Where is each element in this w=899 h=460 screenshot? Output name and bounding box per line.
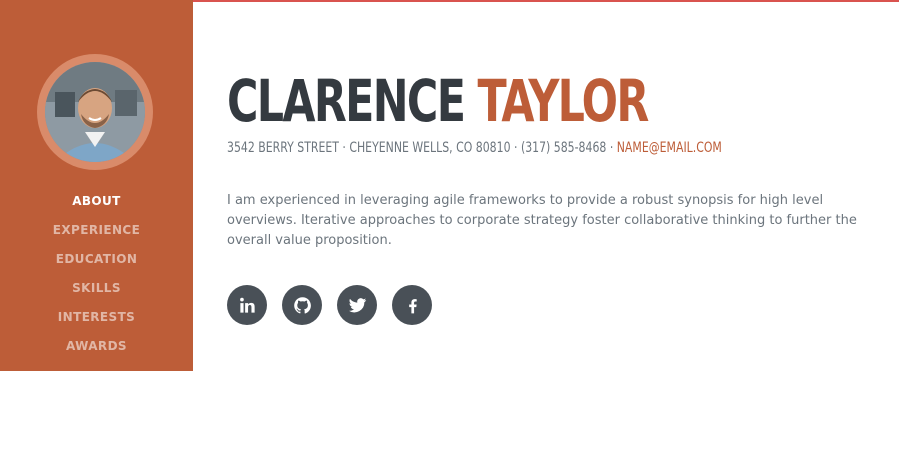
facebook-icon — [408, 298, 417, 313]
twitter-button[interactable] — [337, 285, 377, 325]
nav-link-about[interactable]: ABOUT — [72, 194, 121, 208]
email-link[interactable]: NAME@EMAIL.COM — [617, 140, 722, 156]
sidebar: ABOUT EXPERIENCE EDUCATION SKILLS INTERE… — [0, 0, 193, 371]
nav-link-interests[interactable]: INTERESTS — [58, 310, 135, 324]
about-section: CLARENCE TAYLOR 3542 BERRY STREET · CHEY… — [227, 70, 867, 325]
github-button[interactable] — [282, 285, 322, 325]
facebook-button[interactable] — [392, 285, 432, 325]
address-text: 3542 BERRY STREET · CHEYENNE WELLS, CO 8… — [227, 140, 617, 156]
first-name: CLARENCE — [227, 67, 466, 135]
nav-item-interests: INTERESTS — [0, 302, 193, 331]
last-name: TAYLOR — [477, 67, 650, 135]
nav-item-experience: EXPERIENCE — [0, 215, 193, 244]
avatar-frame[interactable] — [37, 54, 153, 170]
linkedin-icon — [239, 297, 255, 313]
github-icon — [293, 296, 311, 314]
bio-text: I am experienced in leveraging agile fra… — [227, 193, 857, 248]
nav-link-education[interactable]: EDUCATION — [56, 252, 138, 266]
nav-menu: ABOUT EXPERIENCE EDUCATION SKILLS INTERE… — [0, 186, 193, 360]
person-name: CLARENCE TAYLOR — [227, 70, 752, 132]
contact-info: 3542 BERRY STREET · CHEYENNE WELLS, CO 8… — [227, 140, 726, 156]
nav-link-awards[interactable]: AWARDS — [66, 339, 127, 353]
nav-link-experience[interactable]: EXPERIENCE — [53, 223, 140, 237]
avatar — [45, 62, 145, 162]
social-icons — [227, 285, 867, 325]
nav-link-skills[interactable]: SKILLS — [72, 281, 121, 295]
nav-item-education: EDUCATION — [0, 244, 193, 273]
twitter-icon — [348, 297, 366, 312]
linkedin-button[interactable] — [227, 285, 267, 325]
nav-item-about: ABOUT — [0, 186, 193, 215]
nav-item-skills: SKILLS — [0, 273, 193, 302]
nav-item-awards: AWARDS — [0, 331, 193, 360]
